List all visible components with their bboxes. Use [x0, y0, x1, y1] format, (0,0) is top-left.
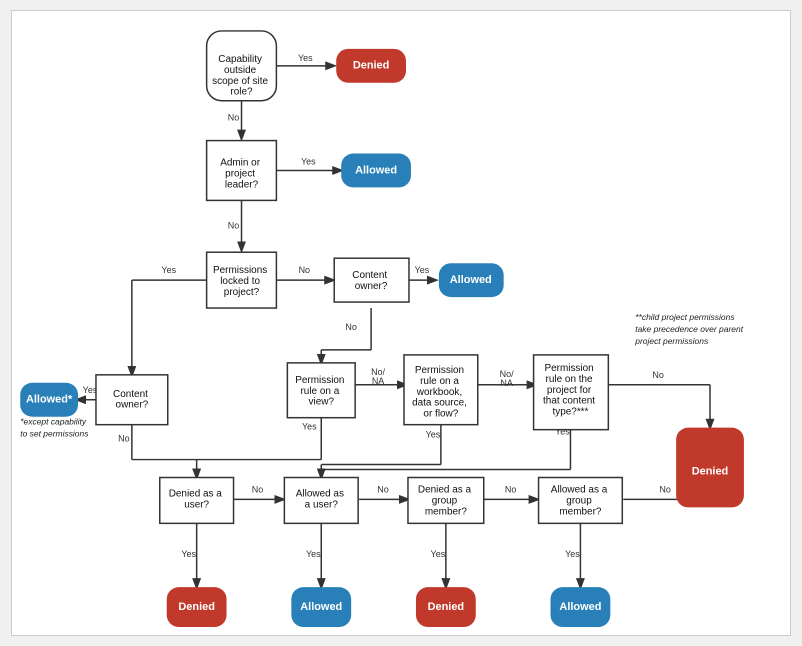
svg-text:Yes: Yes — [431, 549, 446, 559]
svg-text:No: No — [377, 484, 388, 494]
svg-text:Yes: Yes — [181, 549, 196, 559]
allowed-left-label: Allowed* — [26, 394, 73, 406]
admin-leader-label: Admin or project leader? — [220, 157, 263, 190]
svg-text:Yes: Yes — [298, 53, 313, 63]
denied-bottom1-label: Denied — [178, 601, 215, 613]
svg-text:Yes: Yes — [302, 422, 317, 432]
svg-text:No: No — [118, 434, 129, 444]
denied-right-label: Denied — [692, 465, 729, 477]
svg-text:No: No — [659, 484, 670, 494]
allowed-bottom1-label: Allowed — [300, 601, 342, 613]
child-project-note: **child project permissions take precede… — [634, 312, 745, 346]
diagram-container: Yes No Yes No Yes No Yes No Yes No — [11, 10, 791, 636]
svg-text:No: No — [228, 113, 239, 123]
svg-text:Yes: Yes — [301, 157, 316, 167]
svg-text:Yes: Yes — [306, 549, 321, 559]
denied-bottom2-label: Denied — [428, 601, 465, 613]
denied-top-label: Denied — [353, 60, 390, 72]
content-owner-left-label: Content owner? — [113, 388, 151, 410]
content-owner-right-label: Content owner? — [352, 270, 390, 292]
svg-text:No: No — [299, 265, 310, 275]
svg-text:Yes: Yes — [565, 549, 580, 559]
allowed-star-note: *except capability to set permissions — [20, 417, 89, 439]
svg-text:No: No — [345, 322, 356, 332]
svg-text:Yes: Yes — [161, 265, 176, 275]
svg-text:NA: NA — [500, 378, 512, 388]
svg-text:No: No — [228, 220, 239, 230]
svg-text:NA: NA — [372, 376, 384, 386]
svg-text:No: No — [505, 484, 516, 494]
svg-text:No: No — [652, 370, 663, 380]
svg-text:Yes: Yes — [426, 430, 441, 440]
allowed-admin-label: Allowed — [355, 164, 397, 176]
svg-text:No: No — [252, 484, 263, 494]
allowed-content-label: Allowed — [450, 274, 492, 286]
allowed-bottom2-label: Allowed — [559, 601, 601, 613]
svg-text:Yes: Yes — [415, 265, 430, 275]
